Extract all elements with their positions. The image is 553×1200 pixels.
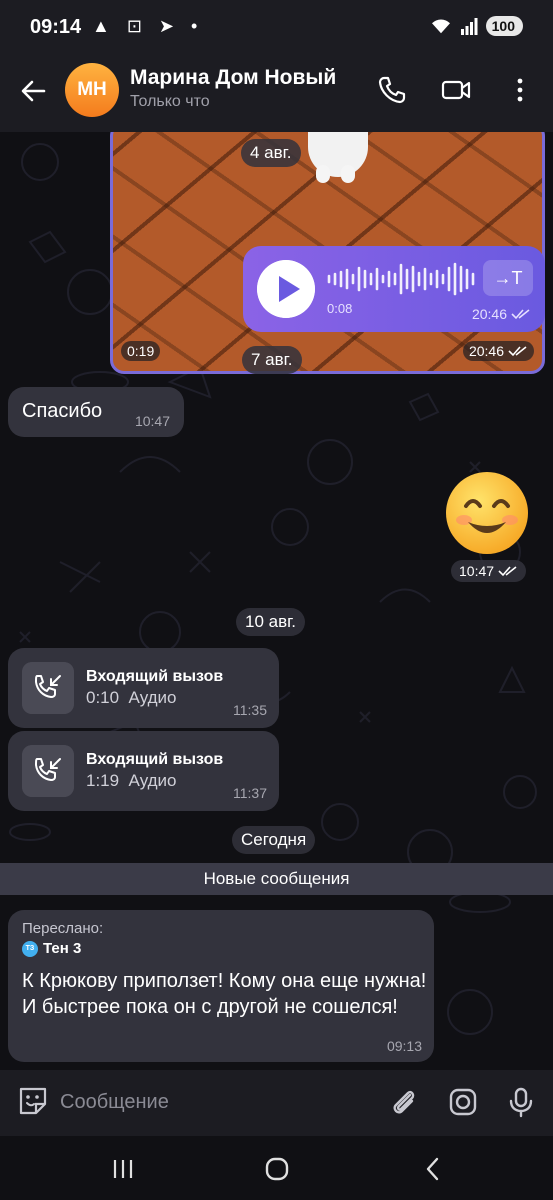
double-check-icon [511,309,530,320]
forwarded-label: Переслано: [22,920,104,937]
forwarded-sender[interactable]: ТЗ Тен 3 [22,940,81,957]
voice-time: 20:46 [472,306,531,322]
more-options-icon[interactable] [504,74,536,106]
play-icon[interactable] [257,260,315,318]
notification-icons: ▲ ⊡ ➤ • [92,16,204,36]
status-time: 09:14 [30,16,82,38]
home-icon[interactable] [262,1154,292,1184]
chat-area[interactable]: 0:19 20:46 4 авг. 0:08 →T 20:46 7 авг. С… [0,132,553,1070]
video-time-label: 20:46 [468,343,504,359]
new-messages-divider: Новые сообщения [0,863,553,895]
system-nav-bar [0,1136,553,1200]
message-text: К Крюкову приползет! Кому она еще нужна!… [22,970,427,1018]
message-bubble[interactable]: Спасибо 10:47 [8,387,184,437]
call-message[interactable]: Входящий вызов 0:10 Аудио 11:35 [8,648,279,728]
forwarded-message[interactable]: Переслано: ТЗ Тен 3 К Крюкову приползет!… [8,910,434,1062]
transcribe-button[interactable]: →T [483,260,533,296]
call-message[interactable]: Входящий вызов 1:19 Аудио 11:37 [8,731,279,811]
sender-name: Тен 3 [43,940,82,957]
message-text: Спасибо [22,400,103,422]
battery-indicator: 100 [485,16,523,36]
call-kind: Аудио [128,771,177,790]
date-separator: Сегодня [232,826,316,854]
call-duration: 0:10 [86,688,120,707]
video-call-icon[interactable] [440,74,472,106]
double-check-icon [508,346,527,357]
voice-duration: 0:08 [327,301,353,316]
call-time: 11:37 [233,785,267,801]
waveform[interactable] [327,262,477,296]
recent-apps-icon[interactable] [108,1154,138,1184]
call-title: Входящий вызов [86,751,224,768]
smiling-emoji-icon[interactable] [444,470,530,556]
message-time: 10:47 [134,413,170,429]
incoming-call-icon [22,662,74,714]
status-bar: 09:14 ▲ ⊡ ➤ • 100 [0,0,553,56]
call-time: 11:35 [233,702,267,718]
emoji-time: 10:47 [451,560,527,582]
sticker-icon[interactable] [16,1084,50,1118]
call-details: 1:19 Аудио [86,771,177,791]
message-input[interactable] [60,1082,360,1122]
chat-header: МН Марина Дом Новый Только что [0,56,553,132]
video-duration: 0:19 [121,341,161,361]
video-cat-leg [341,165,355,183]
attach-icon[interactable] [388,1086,420,1118]
contact-name[interactable]: Марина Дом Новый [130,66,336,90]
avatar[interactable]: МН [65,63,119,117]
signal-icon [460,18,478,35]
phone-icon[interactable] [376,74,408,106]
call-duration: 1:19 [86,771,120,790]
sender-avatar: ТЗ [22,940,38,957]
call-kind: Аудио [128,688,177,707]
nav-back-icon[interactable] [418,1154,448,1184]
video-cat-leg [316,165,330,183]
incoming-call-icon [22,745,74,797]
call-details: 0:10 Аудио [86,688,177,708]
call-title: Входящий вызов [86,668,224,685]
date-separator: 4 авг. [241,139,301,167]
message-time: 09:13 [386,1038,422,1054]
back-arrow-icon[interactable] [18,76,48,106]
camera-icon[interactable] [447,1086,479,1118]
message-input-bar [0,1070,553,1136]
wifi-icon [431,19,450,34]
voice-time-label: 20:46 [471,306,507,322]
microphone-icon[interactable] [505,1086,537,1118]
emoji-time-label: 10:47 [459,563,495,579]
date-separator: 10 авг. [236,608,305,636]
contact-status: Только что [130,93,210,110]
voice-message[interactable]: 0:08 →T 20:46 [243,246,545,332]
double-check-icon [498,566,517,577]
status-right: 100 [430,16,523,36]
date-separator: 7 авг. [242,346,302,374]
video-time: 20:46 [462,341,534,361]
